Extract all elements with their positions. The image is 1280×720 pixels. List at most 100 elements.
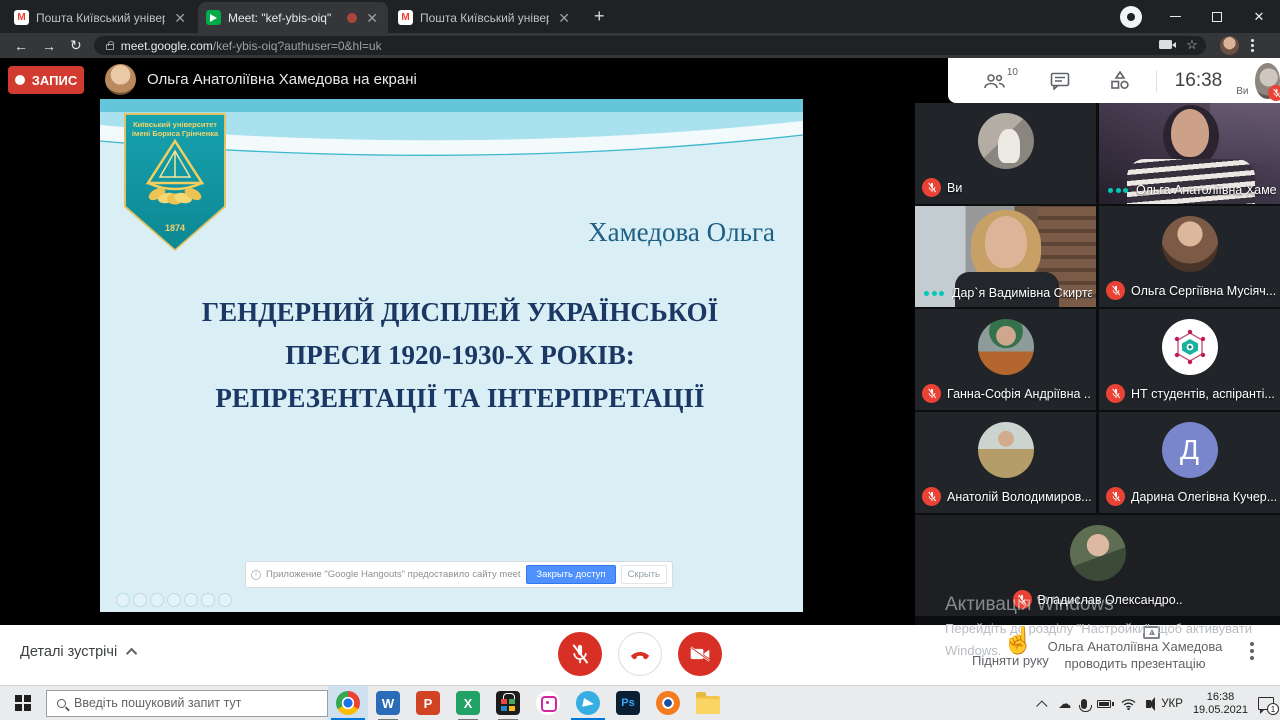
photoshop-icon: Ps [616,691,640,715]
viewer-app-icon [656,691,680,715]
chrome-icon [336,691,360,715]
tab-mail-1[interactable]: M Пошта Київський університет і ✕ [6,2,196,33]
search-icon [57,699,66,708]
tab-title: Пошта Київський університет і [36,11,165,25]
chevron-up-icon [126,648,137,659]
participant-tile[interactable]: НТ студентів, аспіранті... [1099,309,1280,410]
new-tab-button[interactable]: + [580,6,619,33]
browser-menu-icon[interactable] [1251,39,1254,52]
start-button[interactable] [0,686,46,720]
tray-expand-icon[interactable] [1036,700,1047,711]
lock-icon [106,44,114,50]
close-window-button[interactable]: ✕ [1238,0,1280,33]
browser-toolbar: ← → ↻ meet.google.com /kef-ybis-oiq?auth… [0,33,1280,58]
mic-muted-icon [1106,487,1125,506]
participant-tile[interactable]: Ольга Сергіївна Мусіяч... [1099,206,1280,307]
activities-icon[interactable] [1110,71,1130,90]
taskbar-app-instagram[interactable] [528,686,568,720]
address-bar[interactable]: meet.google.com /kef-ybis-oiq?authuser=0… [94,36,1206,55]
participant-tile-self[interactable]: Ви [915,103,1096,204]
hand-cursor: ☝ [1002,625,1034,656]
participants-icon[interactable]: 10 [982,73,1006,89]
windows-activation-watermark: Активація Windows [945,594,1114,616]
meeting-details-button[interactable]: Деталі зустрічі [20,644,137,660]
taskbar-clock[interactable]: 16:38 19.05.2021 [1193,691,1248,717]
notification-badge: 1 [1267,703,1279,715]
slide-footer-icons [116,593,232,607]
system-tray: ☁ УКР 16:38 19.05.2021 1 [1040,686,1274,720]
reload-icon[interactable]: ↻ [70,37,82,54]
participant-tile[interactable]: Ганна-Софія Андріївна ... [915,309,1096,410]
search-placeholder: Введіть пошуковий запит тут [74,696,241,710]
meet-topbar: 10 16:38 Ви [948,58,1280,103]
more-options-icon[interactable] [1250,642,1254,660]
tab-mail-2[interactable]: M Пошта Київський університет і ✕ [390,2,580,33]
slide-author: Хамедова Ольга [588,217,775,248]
taskbar-search-input[interactable]: Введіть пошуковий запит тут [46,690,328,717]
excel-icon: X [456,691,480,715]
media-indicator-button[interactable] [1120,6,1142,28]
taskbar-app-word[interactable]: W [368,686,408,720]
avatar [1070,525,1126,581]
bookmark-star-icon[interactable]: ☆ [1186,38,1198,51]
avatar-letter: Д [1162,422,1218,478]
speaker-icon[interactable] [1146,700,1151,708]
taskbar-app-excel[interactable]: X [448,686,488,720]
avatar [1162,216,1218,272]
taskbar-app-photoshop[interactable]: Ps [608,686,648,720]
participant-tile[interactable]: Д Владислав Олександро... Дарина Олегівн… [1099,412,1280,513]
mic-muted-icon [922,178,941,197]
minimize-button[interactable] [1154,0,1196,33]
presenter-avatar [105,64,136,95]
shared-slide: Київський університет імені Бориса Грінч… [100,99,803,612]
close-tab-icon[interactable]: ✕ [364,11,380,25]
self-view-avatar[interactable] [1255,63,1280,99]
presenter-action: проводить презентацію [1040,655,1230,672]
self-label: Ви [1236,86,1248,97]
tab-meet[interactable]: Meet: "kef-ybis-oiq" ✕ [198,2,388,33]
hide-notice-button[interactable]: Скрыть [621,565,667,584]
taskbar-app-powerpoint[interactable]: P [408,686,448,720]
notification-center-icon[interactable]: 1 [1258,697,1274,710]
logo-year: 1874 [124,223,226,233]
participant-tile-video[interactable]: Ольга Анатоліївна Хаме... [1099,103,1280,204]
tray-microphone-icon[interactable] [1081,699,1087,709]
back-icon[interactable]: ← [14,38,28,54]
onedrive-cloud-icon[interactable]: ☁ [1058,696,1071,712]
taskbar-app-chrome[interactable] [328,686,368,720]
taskbar-app-explorer[interactable] [688,686,728,720]
participant-tile-video[interactable]: Дар`я Вадимівна Скирта [915,206,1096,307]
wifi-icon[interactable] [1121,698,1136,710]
avatar [978,319,1034,375]
telegram-icon [576,691,600,715]
maximize-button[interactable] [1196,0,1238,33]
participant-name: Ольга Анатоліївна Хаме... [1136,183,1276,197]
close-tab-icon[interactable]: ✕ [172,11,188,25]
camera-off-icon [689,645,711,663]
taskbar-app-telegram[interactable] [568,686,608,720]
mic-off-icon [570,643,590,665]
participant-tile[interactable]: Анатолій Володимиров... [915,412,1096,513]
notice-text: Приложение "Google Hangouts" предоставил… [266,569,521,580]
divider [1156,70,1157,92]
close-tab-icon[interactable]: ✕ [556,11,572,25]
battery-icon[interactable] [1097,700,1111,708]
camera-off-button[interactable] [678,632,722,676]
chat-icon[interactable] [1050,72,1070,90]
participant-name: Ольга Сергіївна Мусіяч... [1131,284,1276,298]
mute-mic-button[interactable] [558,632,602,676]
screen: M Пошта Київський університет і ✕ Meet: … [0,0,1280,720]
taskbar-app-viewer[interactable] [648,686,688,720]
forward-icon[interactable]: → [42,38,56,54]
leave-call-button[interactable] [618,632,662,676]
tab-camera-icon[interactable] [1159,40,1172,49]
taskbar-app-store[interactable] [488,686,528,720]
keyboard-layout[interactable]: УКР [1161,698,1183,710]
participant-name: НТ студентів, аспіранті... [1131,387,1275,401]
mic-muted-icon [1106,281,1125,300]
browser-profile-avatar[interactable] [1220,36,1239,55]
stop-sharing-button[interactable]: Закрыть доступ [526,565,615,584]
windows-logo-icon [15,695,31,711]
info-icon: i [251,570,261,580]
gmail-icon: M [398,10,413,25]
